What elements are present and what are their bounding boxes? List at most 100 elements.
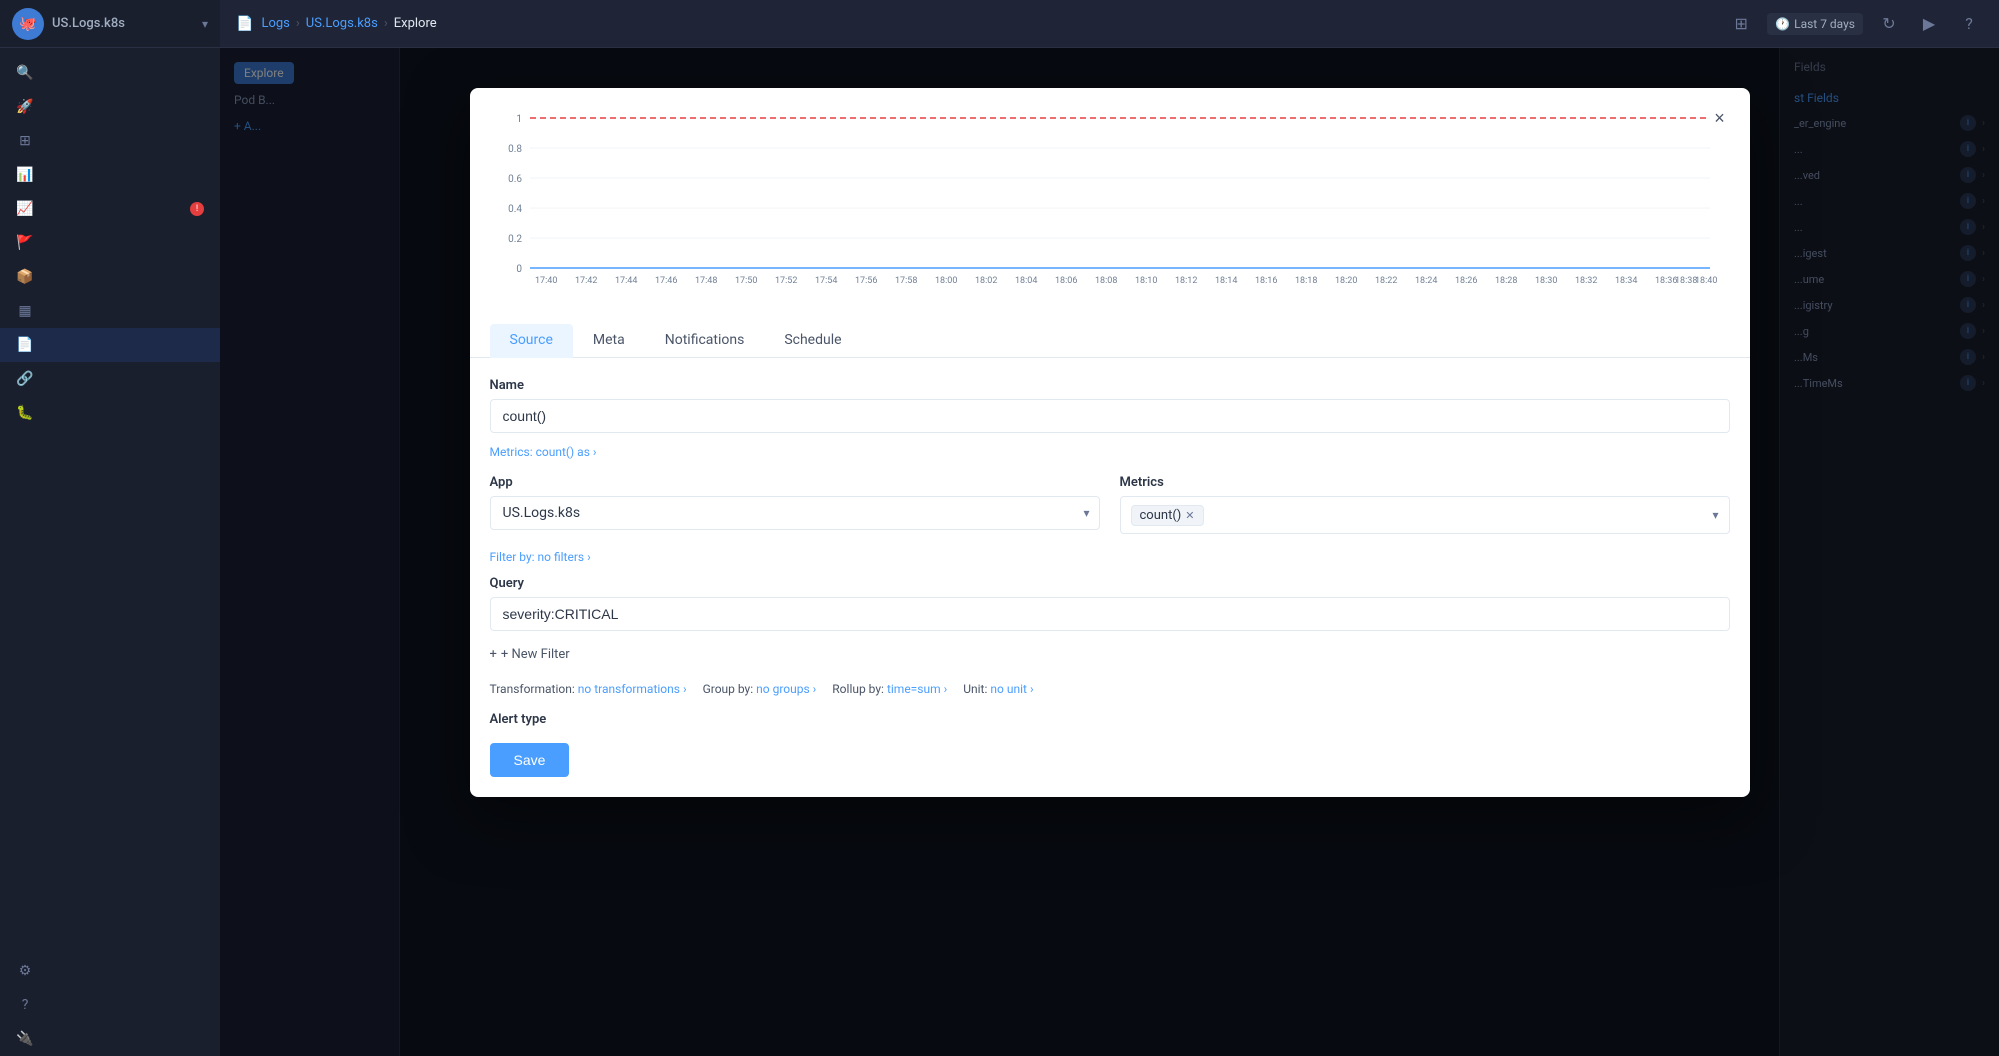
play-button[interactable]: ▶ [1915, 10, 1943, 38]
grid-view-button[interactable]: ⊞ [1727, 10, 1755, 38]
svg-text:18:16: 18:16 [1255, 276, 1277, 286]
sidebar-dropdown-icon[interactable]: ▾ [202, 17, 208, 31]
sidebar-item-metrics[interactable]: 📊 [0, 158, 220, 192]
dashboard-icon: ▦ [16, 302, 34, 320]
groupby-arrow: › [813, 682, 817, 696]
transformation-value: no transformations [578, 682, 680, 696]
rollup-link[interactable]: Rollup by: time=sum › [832, 682, 947, 696]
query-input[interactable] [490, 597, 1730, 631]
metrics-dropdown-arrow[interactable]: ▾ [1712, 508, 1718, 522]
sidebar-item-alerts[interactable]: 📈 ! [0, 192, 220, 226]
svg-text:18:28: 18:28 [1495, 276, 1517, 286]
sidebar-item-debug[interactable]: 🐛 [0, 396, 220, 430]
unit-value: no unit [990, 682, 1027, 696]
sidebar: 🐙 US.Logs.k8s ▾ 🔍 🚀 ⊞ 📊 📈 ! 🚩 📦 ▦ [0, 0, 220, 1056]
sidebar-item-logs[interactable]: 📄 [0, 328, 220, 362]
form-content: Name Metrics: count() as › App US.Logs.k… [470, 358, 1750, 797]
sidebar-item-settings[interactable]: ⚙ [0, 954, 220, 988]
sidebar-item-search[interactable]: 🔍 [0, 56, 220, 90]
app-label: App [490, 475, 1100, 490]
unit-label: Unit: [963, 682, 987, 696]
svg-text:18:30: 18:30 [1535, 276, 1557, 286]
svg-text:18:00: 18:00 [935, 276, 957, 286]
new-filter-button[interactable]: + + New Filter [490, 643, 1730, 666]
app-value: US.Logs.k8s [503, 505, 581, 521]
svg-text:18:34: 18:34 [1615, 276, 1637, 286]
name-input[interactable] [490, 399, 1730, 433]
alerts-icon: 📈 [16, 200, 34, 218]
svg-text:18:04: 18:04 [1015, 276, 1037, 286]
transformation-arrow: › [683, 682, 687, 696]
tabs-row: Source Meta Notifications Schedule [470, 308, 1750, 358]
sidebar-item-flag[interactable]: 🚩 [0, 226, 220, 260]
svg-text:17:46: 17:46 [655, 276, 677, 286]
unit-arrow: › [1030, 682, 1034, 696]
modal-overlay: × 1 0.8 0.6 0.4 0.2 0 [220, 48, 1999, 1056]
tab-schedule[interactable]: Schedule [764, 324, 861, 358]
flag-icon: 🚩 [16, 234, 34, 252]
svg-text:18:10: 18:10 [1135, 276, 1157, 286]
sidebar-item-starred[interactable]: 🚀 [0, 90, 220, 124]
sidebar-item-apps[interactable]: ⊞ [0, 124, 220, 158]
breadcrumb-sep2: › [384, 16, 388, 31]
sidebar-item-help[interactable]: ? [0, 988, 220, 1022]
breadcrumb: Logs › US.Logs.k8s › Explore [261, 16, 436, 31]
tab-notifications[interactable]: Notifications [645, 324, 765, 358]
metrics-icon: 📊 [16, 166, 34, 184]
breadcrumb-uslogs[interactable]: US.Logs.k8s [306, 16, 378, 31]
metrics-field[interactable]: count() ✕ ▾ [1120, 496, 1730, 534]
save-button[interactable]: Save [490, 743, 570, 777]
new-filter-label: + New Filter [501, 647, 570, 662]
app-section: App US.Logs.k8s ▾ [490, 475, 1100, 534]
tab-source[interactable]: Source [490, 324, 573, 358]
plus-icon: + [490, 647, 497, 662]
svg-text:18:40: 18:40 [1695, 276, 1717, 286]
chart-area: 1 0.8 0.6 0.4 0.2 0 17:40 17:42 17:44 17… [470, 88, 1750, 308]
breadcrumb-logs[interactable]: Logs [261, 16, 289, 31]
metrics-link[interactable]: Metrics: count() as › [490, 445, 1730, 459]
search-icon: 🔍 [16, 64, 34, 82]
transformation-link[interactable]: Transformation: no transformations › [490, 682, 687, 696]
svg-text:0.4: 0.4 [508, 204, 522, 215]
clock-icon: 🕐 [1775, 17, 1790, 31]
svg-text:17:42: 17:42 [575, 276, 597, 286]
groupby-link[interactable]: Group by: no groups › [703, 682, 817, 696]
app-metrics-row: App US.Logs.k8s ▾ Metrics count() [490, 475, 1730, 534]
topbar-help-button[interactable]: ? [1955, 10, 1983, 38]
svg-text:0.8: 0.8 [508, 144, 522, 155]
sidebar-item-traces[interactable]: 🔗 [0, 362, 220, 396]
sidebar-item-dashboard[interactable]: ▦ [0, 294, 220, 328]
filter-link[interactable]: Filter by: no filters › [490, 550, 1730, 564]
alert-type-label: Alert type [490, 712, 1730, 727]
app-select-wrapper: US.Logs.k8s ▾ [490, 496, 1100, 530]
sidebar-item-packages[interactable]: 📦 [0, 260, 220, 294]
svg-text:0.6: 0.6 [508, 174, 522, 185]
sidebar-app-name: US.Logs.k8s [52, 16, 125, 31]
filter-link-text: Filter by: no filters [490, 550, 585, 564]
logs-icon: 📄 [16, 336, 34, 354]
help-icon: ? [16, 996, 34, 1014]
metrics-section: Metrics count() ✕ ▾ [1120, 475, 1730, 534]
modal: × 1 0.8 0.6 0.4 0.2 0 [470, 88, 1750, 797]
apps-icon: ⊞ [16, 132, 34, 150]
unit-link[interactable]: Unit: no unit › [963, 682, 1033, 696]
metric-tag: count() ✕ [1131, 505, 1204, 526]
topbar-actions: ⊞ 🕐 Last 7 days ↻ ▶ ? [1727, 10, 1983, 38]
time-range-selector[interactable]: 🕐 Last 7 days [1767, 13, 1863, 35]
svg-text:17:44: 17:44 [615, 276, 637, 286]
svg-text:18:12: 18:12 [1175, 276, 1197, 286]
svg-text:18:24: 18:24 [1415, 276, 1437, 286]
refresh-button[interactable]: ↻ [1875, 10, 1903, 38]
sidebar-item-integrations[interactable]: 🔌 [0, 1022, 220, 1056]
transform-row: Transformation: no transformations › Gro… [490, 682, 1730, 696]
svg-text:17:40: 17:40 [535, 276, 557, 286]
svg-text:18:22: 18:22 [1375, 276, 1397, 286]
rollup-label: Rollup by: [832, 682, 884, 696]
topbar: 📄 Logs › US.Logs.k8s › Explore ⊞ 🕐 Last … [220, 0, 1999, 48]
metric-tag-remove[interactable]: ✕ [1185, 509, 1194, 522]
tab-meta[interactable]: Meta [573, 324, 645, 358]
app-select[interactable]: US.Logs.k8s [490, 496, 1100, 530]
time-range-label: Last 7 days [1794, 17, 1855, 31]
debug-icon: 🐛 [16, 404, 34, 422]
starred-icon: 🚀 [16, 98, 34, 116]
